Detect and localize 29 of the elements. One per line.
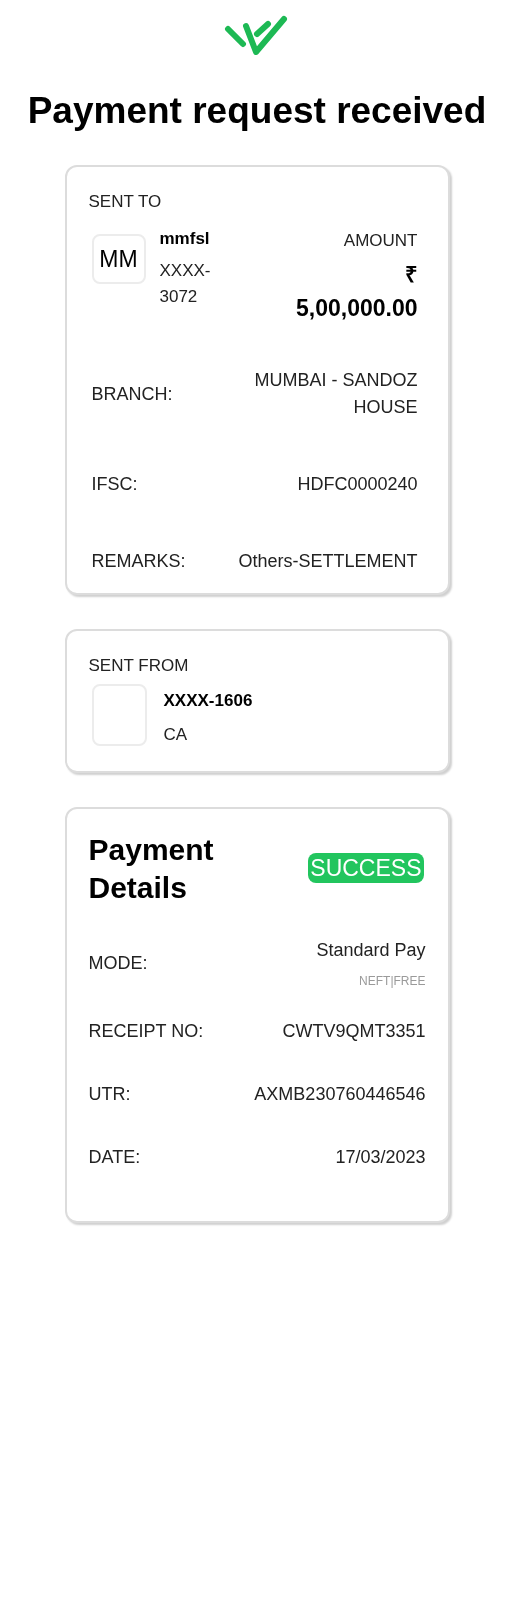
row-label: IFSC: <box>91 473 138 496</box>
account-type: CA <box>163 723 189 746</box>
row-label: MODE: <box>88 951 148 975</box>
payee-name: mmfsl <box>159 228 211 250</box>
avatar: MM <box>91 234 146 284</box>
amount-value: 5,00,000.00 <box>296 293 418 323</box>
row-label: DATE: <box>88 1145 141 1169</box>
row-value: 17/03/2023 <box>335 1145 426 1169</box>
currency-symbol: ₹ <box>404 260 418 289</box>
row-value: Others-SETTLEMENT <box>238 550 418 573</box>
row-value: Standard Pay <box>316 938 426 962</box>
row-value: CWTV9QMT3351 <box>282 1019 426 1043</box>
section-label: SENT FROM <box>88 654 190 677</box>
row-label: BRANCH: <box>91 382 173 406</box>
row-label: UTR: <box>88 1082 131 1106</box>
row-note: NEFT|FREE <box>359 972 426 990</box>
row-label: RECEIPT NO: <box>88 1019 204 1043</box>
row-label: REMARKS: <box>91 550 186 573</box>
amount-label: AMOUNT <box>343 230 418 252</box>
row-value: HDFC0000240 <box>297 473 418 496</box>
row-value: MUMBAI - SANDOZ HOUSE <box>253 369 418 419</box>
section-label: SENT TO <box>88 190 163 213</box>
account-number: XXXX-3072 <box>159 259 212 308</box>
page-title: Payment request received <box>26 89 488 133</box>
status-badge: SUCCESS <box>308 852 424 883</box>
account-number: XXXX-1606 <box>163 690 253 712</box>
double-check-icon <box>224 15 290 55</box>
row-value: AXMB230760446546 <box>254 1082 426 1106</box>
section-title: Payment Details <box>88 831 215 906</box>
